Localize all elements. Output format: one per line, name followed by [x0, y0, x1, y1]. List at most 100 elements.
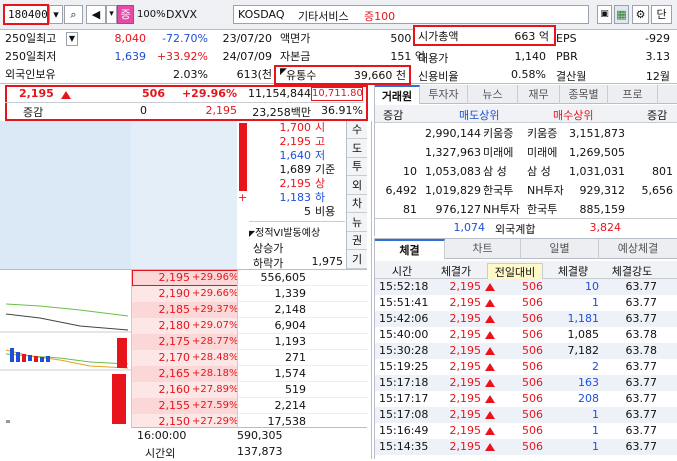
trades-rows: 15:52:18 2,195 506 10 63.77 15:51:41 2,195 506 1… [375, 279, 677, 460]
stock-name: DXVX [166, 8, 198, 21]
bid-price-row[interactable]: 2,165 +28.18% [132, 366, 239, 382]
dropdown-icon[interactable]: ▼ [66, 32, 78, 46]
tab-3[interactable]: 재무 [518, 85, 560, 104]
sell-inc: 10 [403, 165, 417, 178]
window-icon[interactable]: ▣ [597, 5, 612, 24]
summary-row: 1,700 시 [249, 121, 343, 135]
bid-price-row[interactable]: 2,155 +27.59% [132, 398, 239, 414]
speaker-dropdown-icon[interactable]: ▾ [106, 5, 117, 24]
tab-2[interactable]: 뉴스 [468, 85, 518, 104]
trade-row[interactable]: 15:42:06 2,195 506 1,181 63.77 [375, 311, 677, 327]
trade-qty: 1 [592, 408, 599, 421]
close-qty: 590,305 [237, 429, 283, 442]
bid-qty-row[interactable]: 6,904 [238, 318, 368, 334]
info-label: 결산월 [556, 70, 587, 83]
side-tab-0[interactable]: 수 [347, 121, 367, 139]
bid-price-row[interactable]: 2,180 +29.07% [132, 318, 239, 334]
trade-row[interactable]: 15:51:41 2,195 506 1 63.77 [375, 295, 677, 311]
sell-qty: 2,990,144 [425, 127, 481, 140]
inc-label: 증감 [23, 106, 44, 119]
sell-inc: 81 [403, 203, 417, 216]
buy-broker: 한국투 [527, 203, 558, 216]
gear-icon[interactable]: ⚙ [632, 5, 649, 24]
bid-price-row[interactable]: 2,160 +27.89% [132, 382, 239, 398]
trade-row[interactable]: 15:52:18 2,195 506 10 63.77 [375, 279, 677, 295]
side-tab-7[interactable]: 기 [347, 251, 367, 269]
bid-price-row[interactable]: 2,190 +29.66% [132, 286, 239, 302]
summary-label: 기준 [315, 163, 336, 176]
high-date: 23/07/20 [222, 32, 272, 45]
side-tab-6[interactable]: 권 [347, 232, 367, 250]
trade-row[interactable]: 15:17:17 2,195 506 208 63.77 [375, 391, 677, 407]
trade-strength: 63.77 [625, 392, 658, 405]
foreign-buy: 3,824 [589, 221, 622, 234]
bid-qty-row[interactable]: 1,574 [238, 366, 368, 382]
trade-row[interactable]: 15:19:25 2,195 506 2 63.77 [375, 359, 677, 375]
tab-0[interactable]: 체결 [375, 239, 445, 259]
price-change: 506 [142, 87, 165, 100]
high-price: 8,040 [114, 32, 147, 45]
trade-change: 506 [522, 344, 543, 357]
candle [10, 348, 14, 362]
trade-change: 506 [522, 328, 543, 341]
side-tab-5[interactable]: 뉴 [347, 214, 367, 232]
bid-pct: +29.66% [192, 288, 239, 299]
tab-1[interactable]: 투자자 [420, 85, 468, 104]
side-tab-4[interactable]: 차 [347, 195, 367, 213]
code-dropdown-button[interactable]: ▾ [49, 5, 63, 24]
buy-inc: 801 [652, 165, 673, 178]
change-pct: +29.96% [181, 87, 237, 100]
bid-qty-row[interactable]: 519 [238, 382, 368, 398]
grid-icon[interactable]: ▦ [614, 5, 629, 24]
trade-row[interactable]: 15:16:49 2,195 506 1 63.77 [375, 423, 677, 439]
unit-button[interactable]: 단 [651, 5, 672, 24]
side-tab-2[interactable]: 투 [347, 158, 367, 176]
buy-broker: 미래에 [527, 146, 558, 159]
trade-row[interactable]: 15:17:08 2,195 506 1 63.77 [375, 407, 677, 423]
bid-qty-row[interactable]: 2,214 [238, 398, 368, 414]
bid-qty-row[interactable]: 556,605 [238, 270, 368, 286]
trade-price: 2,195 [449, 376, 482, 389]
stock-code-input[interactable]: 180400 [3, 4, 49, 25]
trade-change: 506 [522, 280, 543, 293]
tab-5[interactable]: 프로 [608, 85, 658, 104]
bid-price-row[interactable]: 2,185 +29.37% [132, 302, 239, 318]
summary-label: 비용 [315, 205, 336, 218]
tab-4[interactable]: 종목별 [560, 85, 608, 104]
bid-qty-row[interactable]: 2,148 [238, 302, 368, 318]
bid-price-row[interactable]: 2,195 +29.96% [132, 270, 239, 286]
summary-value: 1,700 [279, 121, 312, 134]
buy-broker: 키움증 [527, 127, 558, 140]
trade-row[interactable]: 15:17:18 2,195 506 163 63.77 [375, 375, 677, 391]
candle [46, 356, 50, 362]
vi-title: ◤정적VI발동예상 [249, 228, 321, 239]
bid-qty-row[interactable]: 1,339 [238, 286, 368, 302]
bid-price-row[interactable]: 2,175 +28.77% [132, 334, 239, 350]
trade-row[interactable]: 15:14:35 2,195 506 1 63.77 [375, 439, 677, 455]
trade-price: 2,195 [449, 360, 482, 373]
bid-qty-row[interactable]: 271 [238, 350, 368, 366]
floating-shares: 39,660 천 [353, 69, 406, 82]
search-icon[interactable]: ⌕ [64, 5, 83, 24]
side-tab-1[interactable]: 도 [347, 140, 367, 158]
bid-price: 2,180 [158, 319, 191, 332]
trade-row[interactable]: 15:40:00 2,195 506 1,085 63.78 [375, 327, 677, 343]
tab-3[interactable]: 예상체결 [599, 239, 677, 259]
trade-strength: 63.77 [625, 360, 658, 373]
fiscal-month: 12월 [645, 70, 670, 83]
bid-pct: +27.59% [192, 400, 239, 411]
speaker-icon[interactable]: ◀ [86, 5, 106, 24]
trade-time: 15:30:28 [379, 344, 429, 357]
up-arrow-icon [59, 88, 71, 101]
summary-value: 2,195 [279, 177, 312, 190]
side-tab-3[interactable]: 외 [347, 177, 367, 195]
tab-1[interactable]: 차트 [445, 239, 521, 259]
trade-price: 2,195 [449, 328, 482, 341]
bid-qty-row[interactable]: 1,193 [238, 334, 368, 350]
trade-change: 506 [522, 312, 543, 325]
tab-2[interactable]: 일별 [521, 239, 599, 259]
info-label: 신용비율 [418, 70, 459, 83]
trade-row[interactable]: 15:30:28 2,195 506 7,182 63.78 [375, 343, 677, 359]
tab-0[interactable]: 거래원 [375, 85, 420, 104]
bid-price-row[interactable]: 2,170 +28.48% [132, 350, 239, 366]
